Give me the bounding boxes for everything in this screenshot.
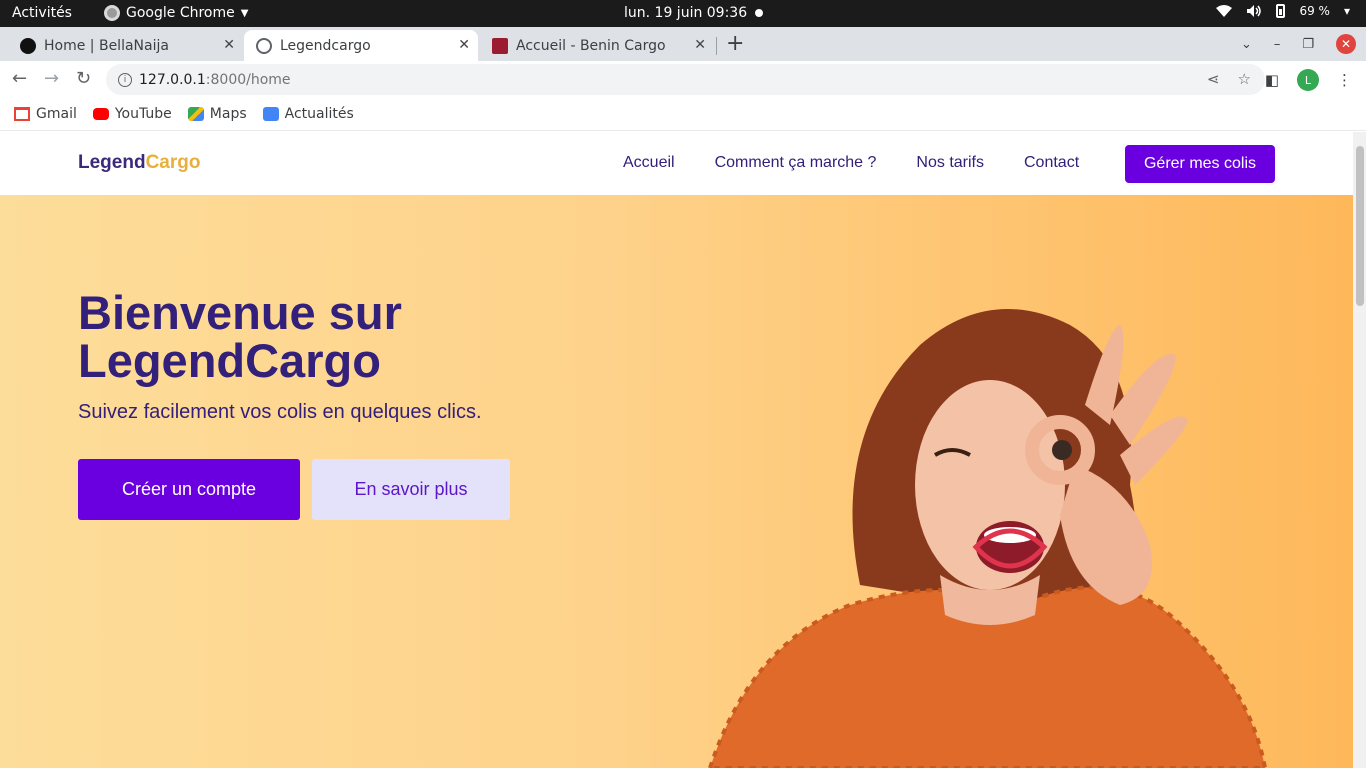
youtube-icon xyxy=(92,108,109,120)
window-controls: ⌄ – ❐ ✕ xyxy=(1241,34,1356,54)
news-icon xyxy=(262,107,279,121)
gmail-icon xyxy=(14,107,30,121)
chrome-icon xyxy=(104,5,120,21)
tab-search-chevron-icon[interactable]: ⌄ xyxy=(1241,37,1252,52)
hero-subtitle: Suivez facilement vos colis en quelques … xyxy=(78,401,482,423)
manage-parcels-button[interactable]: Gérer mes colis xyxy=(1125,145,1275,183)
tab-title: Legendcargo xyxy=(280,37,371,54)
bookmark-label: Actualités xyxy=(284,106,354,122)
close-tab-icon[interactable]: ✕ xyxy=(458,37,470,53)
hero-title-line2: LegendCargo xyxy=(78,334,381,387)
system-tray[interactable]: 69 % ▾ xyxy=(1216,4,1350,18)
maps-icon xyxy=(187,107,204,121)
bookmark-youtube[interactable]: YouTube xyxy=(92,106,172,122)
site-logo[interactable]: LegendCargo xyxy=(78,152,200,174)
benin-cargo-icon xyxy=(492,37,508,54)
volume-icon xyxy=(1247,5,1262,17)
nav-link-accueil[interactable]: Accueil xyxy=(623,154,675,172)
caret-down-icon: ▼ xyxy=(240,7,249,19)
tab-benin-cargo[interactable]: Accueil - Benin Cargo ✕ xyxy=(480,30,714,61)
share-icon[interactable]: ⋖ xyxy=(1207,70,1220,88)
tab-bellanaija[interactable]: Home | BellaNaija ✕ xyxy=(10,30,243,61)
chrome-menu-icon[interactable]: ⋮ xyxy=(1337,71,1352,89)
reload-icon[interactable]: ↻ xyxy=(76,68,91,89)
back-arrow-icon[interactable]: ← xyxy=(12,68,27,89)
clock[interactable]: lun. 19 juin 09:36 xyxy=(624,5,747,21)
nav-link-contact[interactable]: Contact xyxy=(1024,154,1079,172)
site-header: LegendCargo Accueil Comment ça marche ? … xyxy=(0,132,1353,195)
bookmark-star-icon[interactable]: ☆ xyxy=(1238,70,1251,88)
page-scrollbar[interactable] xyxy=(1353,132,1366,768)
system-top-bar: Activités Google Chrome ▼ lun. 19 juin 0… xyxy=(0,0,1366,27)
bookmark-label: YouTube xyxy=(114,106,172,122)
nav-link-nos-tarifs[interactable]: Nos tarifs xyxy=(916,154,984,172)
learn-more-button[interactable]: En savoir plus xyxy=(312,459,510,520)
bookmark-label: Gmail xyxy=(36,106,77,122)
nav-link-comment-ca-marche[interactable]: Comment ça marche ? xyxy=(715,154,877,172)
battery-icon xyxy=(1276,4,1286,18)
hero-section: Bienvenue sur LegendCargo Suivez facilem… xyxy=(0,195,1353,768)
notification-dot-icon xyxy=(755,9,763,17)
app-menu-label: Google Chrome xyxy=(126,5,235,21)
profile-avatar[interactable]: L xyxy=(1297,69,1319,91)
tab-title: Accueil - Benin Cargo xyxy=(516,37,666,54)
bookmarks-bar: Gmail YouTube Maps Actualités xyxy=(0,98,1366,131)
main-nav: Accueil Comment ça marche ? Nos tarifs C… xyxy=(623,154,1079,172)
hero-woman-photo xyxy=(707,309,1268,768)
new-tab-button[interactable]: + xyxy=(726,31,744,56)
url-path: :8000/home xyxy=(205,71,291,88)
site-info-icon[interactable]: i xyxy=(118,72,132,87)
bookmark-label: Maps xyxy=(209,106,247,122)
toolbar-actions: ◧ L ⋮ xyxy=(1265,69,1352,91)
wifi-icon xyxy=(1216,5,1233,17)
restore-icon[interactable]: ❐ xyxy=(1302,37,1314,52)
side-panel-icon[interactable]: ◧ xyxy=(1265,71,1279,89)
logo-part-cargo: Cargo xyxy=(145,152,201,173)
window-close-icon[interactable]: ✕ xyxy=(1336,34,1356,54)
create-account-button[interactable]: Créer un compte xyxy=(78,459,300,520)
close-tab-icon[interactable]: ✕ xyxy=(223,37,235,53)
bookmark-gmail[interactable]: Gmail xyxy=(14,106,77,122)
tray-menu-chevron-icon: ▾ xyxy=(1343,4,1350,18)
close-tab-icon[interactable]: ✕ xyxy=(694,37,706,53)
address-bar[interactable]: i 127.0.0.1 :8000/home ⋖ ☆ xyxy=(106,64,1265,95)
battery-level: 69 % xyxy=(1299,4,1330,18)
forward-arrow-icon[interactable]: → xyxy=(44,68,59,89)
minimize-icon[interactable]: – xyxy=(1274,37,1281,52)
tab-separator xyxy=(716,37,717,55)
tab-legendcargo[interactable]: Legendcargo ✕ xyxy=(244,30,478,61)
tab-title: Home | BellaNaija xyxy=(44,37,169,54)
globe-icon xyxy=(256,37,272,54)
scrollbar-thumb[interactable] xyxy=(1356,146,1364,306)
bookmark-news[interactable]: Actualités xyxy=(262,106,354,122)
page-viewport: LegendCargo Accueil Comment ça marche ? … xyxy=(0,132,1353,768)
url-host: 127.0.0.1 xyxy=(139,71,206,88)
browser-toolbar: ← → ↻ i 127.0.0.1 :8000/home ⋖ ☆ ◧ L ⋮ xyxy=(0,61,1366,98)
hero-title: Bienvenue sur LegendCargo xyxy=(78,289,598,385)
bellanaija-icon xyxy=(20,37,36,54)
hero-title-line1: Bienvenue sur xyxy=(78,286,402,339)
logo-part-legend: Legend xyxy=(78,152,146,173)
bookmark-maps[interactable]: Maps xyxy=(187,106,247,122)
activities-button[interactable]: Activités xyxy=(12,5,72,21)
app-menu[interactable]: Google Chrome ▼ xyxy=(104,5,248,21)
